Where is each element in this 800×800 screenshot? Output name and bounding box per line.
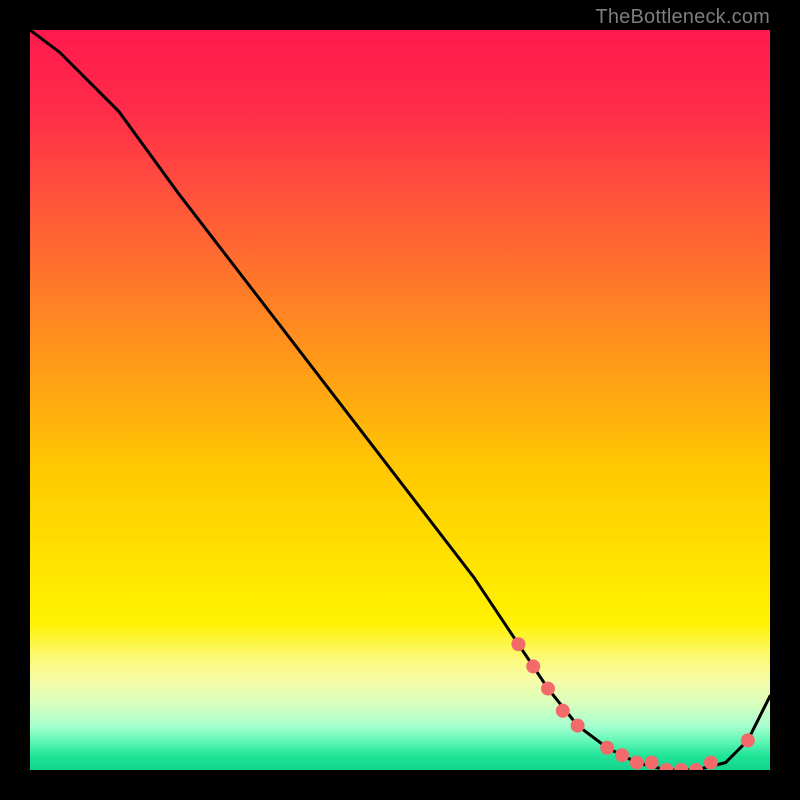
data-point: [511, 637, 525, 651]
data-point: [630, 756, 644, 770]
chart-svg: [30, 30, 770, 770]
data-point: [689, 763, 703, 770]
plot-area: [30, 30, 770, 770]
data-point: [526, 659, 540, 673]
data-point: [674, 763, 688, 770]
data-point: [541, 682, 555, 696]
data-point: [645, 756, 659, 770]
data-point: [615, 748, 629, 762]
data-point: [600, 741, 614, 755]
data-point: [571, 719, 585, 733]
curve-line: [30, 30, 770, 770]
data-point: [556, 704, 570, 718]
attribution-label: TheBottleneck.com: [595, 6, 770, 29]
data-point: [704, 756, 718, 770]
curve-markers: [511, 637, 754, 770]
data-point: [741, 733, 755, 747]
chart-frame: TheBottleneck.com: [0, 0, 800, 800]
data-point: [659, 763, 673, 770]
